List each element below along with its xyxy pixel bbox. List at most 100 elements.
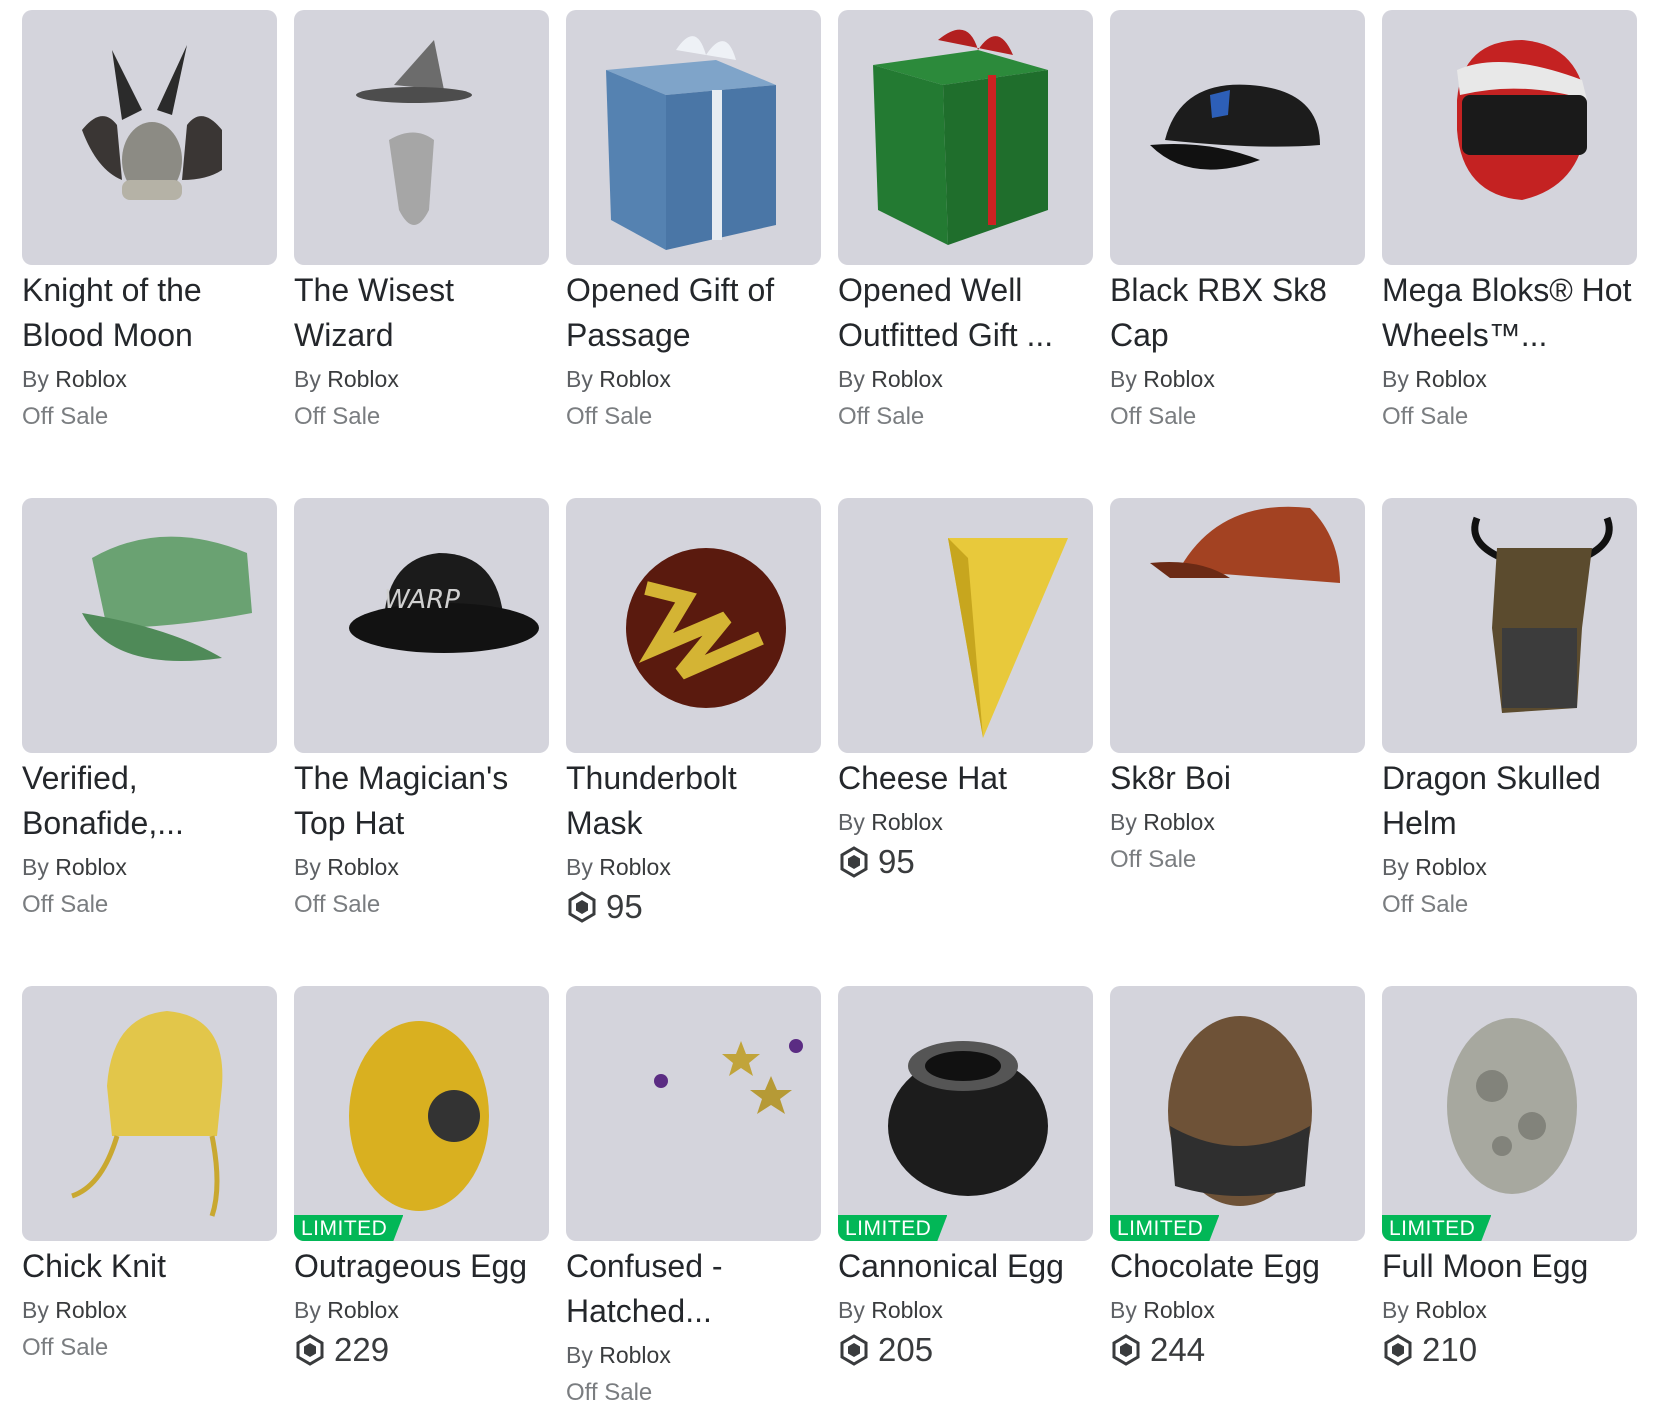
item-thumbnail[interactable]: LIMITED [838,986,1093,1241]
creator-link[interactable]: Roblox [1143,809,1215,835]
creator-link[interactable]: Roblox [55,1297,127,1323]
creator-link[interactable]: Roblox [1415,366,1487,392]
by-label: By [22,366,49,392]
item-thumbnail[interactable] [22,10,277,265]
creator-link[interactable]: Roblox [55,854,127,880]
item-card[interactable]: Knight of the Blood Moon By Roblox Off Sal… [22,10,277,498]
item-thumbnail[interactable] [838,498,1093,753]
creator-link[interactable]: Roblox [599,854,671,880]
item-card[interactable]: Cheese Hat By Roblox 95 [838,498,1093,986]
item-thumbnail[interactable] [566,498,821,753]
item-name[interactable]: Sk8r Boi [1110,756,1365,801]
item-card[interactable]: Confused - Hatched... By Roblox Off Sale [566,986,821,1406]
item-thumbnail[interactable] [1110,498,1365,753]
item-thumbnail[interactable] [22,986,277,1241]
creator-link[interactable]: Roblox [871,809,943,835]
robux-icon [838,1334,870,1366]
item-creator: By Roblox [1110,1295,1365,1325]
price-amount: 229 [334,1331,390,1368]
item-thumbnail[interactable] [566,10,821,265]
item-thumbnail[interactable] [294,10,549,265]
item-name[interactable]: Dragon Skulled Helm [1382,756,1637,846]
item-card[interactable]: Opened Well Outfitted Gift ... By Roblox O… [838,10,1093,498]
item-image [626,548,786,708]
by-label: By [1110,809,1137,835]
item-creator: By Roblox [1382,1295,1637,1325]
item-card[interactable]: Mega Bloks® Hot Wheels™... By Roblox Off S… [1382,10,1637,498]
creator-link[interactable]: Roblox [599,1342,671,1368]
item-name[interactable]: The Magician's Top Hat [294,756,549,846]
item-thumbnail[interactable] [838,10,1093,265]
item-image [654,1039,803,1114]
price-amount: 205 [878,1331,934,1368]
item-price: 205 [838,1331,1093,1369]
item-card[interactable]: LIMITED Full Moon Egg By Roblox 210 [1382,986,1637,1386]
item-thumbnail[interactable] [1382,498,1637,753]
item-card[interactable]: LIMITED Chocolate Egg By Roblox 244 [1110,986,1365,1386]
item-card[interactable]: Verified, Bonafide,... By Roblox Off Sale [22,498,277,986]
item-name[interactable]: Mega Bloks® Hot Wheels™... [1382,268,1637,358]
item-card[interactable]: Thunderbolt Mask By Roblox 95 [566,498,821,986]
creator-link[interactable]: Roblox [871,1297,943,1323]
item-card[interactable]: LIMITED Outrageous Egg By Roblox 229 [294,986,549,1386]
item-thumbnail[interactable] [22,498,277,753]
item-image [1447,1018,1577,1194]
by-label: By [838,1297,865,1323]
item-thumbnail[interactable]: LIMITED [1110,986,1365,1241]
sale-status: Off Sale [1382,891,1469,918]
item-name[interactable]: Full Moon Egg [1382,1244,1637,1289]
item-card[interactable]: Dragon Skulled Helm By Roblox Off Sale [1382,498,1637,986]
item-name[interactable]: Thunderbolt Mask [566,756,821,846]
creator-link[interactable]: Roblox [327,366,399,392]
by-label: By [838,366,865,392]
item-thumbnail[interactable]: LIMITED [1382,986,1637,1241]
by-label: By [22,854,49,880]
item-card[interactable]: The Wisest Wizard By Roblox Off Sale [294,10,549,498]
item-card[interactable]: Sk8r Boi By Roblox Off Sale [1110,498,1365,986]
item-image [888,1041,1048,1196]
item-thumbnail[interactable] [566,986,821,1241]
item-name[interactable]: Knight of the Blood Moon [22,268,277,358]
creator-link[interactable]: Roblox [327,854,399,880]
item-card[interactable]: Chick Knit By Roblox Off Sale [22,986,277,1386]
item-thumbnail[interactable] [1110,10,1365,265]
by-label: By [294,854,321,880]
creator-link[interactable]: Roblox [1143,366,1215,392]
item-name[interactable]: Cannonical Egg [838,1244,1093,1289]
item-name[interactable]: Opened Gift of Passage [566,268,821,358]
creator-link[interactable]: Roblox [327,1297,399,1323]
creator-link[interactable]: Roblox [1415,1297,1487,1323]
item-thumbnail[interactable]: WARP [294,498,549,753]
item-name[interactable]: Cheese Hat [838,756,1093,801]
item-creator: By Roblox [1110,807,1365,837]
item-creator: By Roblox [294,1295,549,1325]
item-card[interactable]: Opened Gift of Passage By Roblox Off Sale [566,10,821,498]
item-thumbnail[interactable]: LIMITED [294,986,549,1241]
item-name[interactable]: Black RBX Sk8 Cap [1110,268,1365,358]
item-card[interactable]: Black RBX Sk8 Cap By Roblox Off Sale [1110,10,1365,498]
item-name[interactable]: Confused - Hatched... [566,1244,821,1334]
creator-link[interactable]: Roblox [1143,1297,1215,1323]
item-thumbnail[interactable] [1382,10,1637,265]
creator-link[interactable]: Roblox [55,366,127,392]
item-image [82,45,222,200]
creator-link[interactable]: Roblox [1415,854,1487,880]
item-creator: By Roblox [838,364,1093,394]
robux-icon [838,846,870,878]
item-name[interactable]: The Wisest Wizard [294,268,549,358]
item-card[interactable]: LIMITED Cannonical Egg By Roblox 205 [838,986,1093,1386]
item-creator: By Roblox [566,852,821,882]
sale-status: Off Sale [294,891,381,918]
item-price: 210 [1382,1331,1637,1369]
creator-link[interactable]: Roblox [599,366,671,392]
item-name[interactable]: Chick Knit [22,1244,277,1289]
item-name[interactable]: Outrageous Egg [294,1244,549,1289]
item-name[interactable]: Opened Well Outfitted Gift ... [838,268,1093,358]
svg-text:WARP: WARP [384,585,460,615]
item-image [1150,84,1320,170]
item-card[interactable]: WARP The Magician's Top Hat By Roblox Off S… [294,498,549,986]
creator-link[interactable]: Roblox [871,366,943,392]
item-name[interactable]: Chocolate Egg [1110,1244,1365,1289]
limited-badge: LIMITED [838,1215,947,1241]
item-name[interactable]: Verified, Bonafide,... [22,756,277,846]
